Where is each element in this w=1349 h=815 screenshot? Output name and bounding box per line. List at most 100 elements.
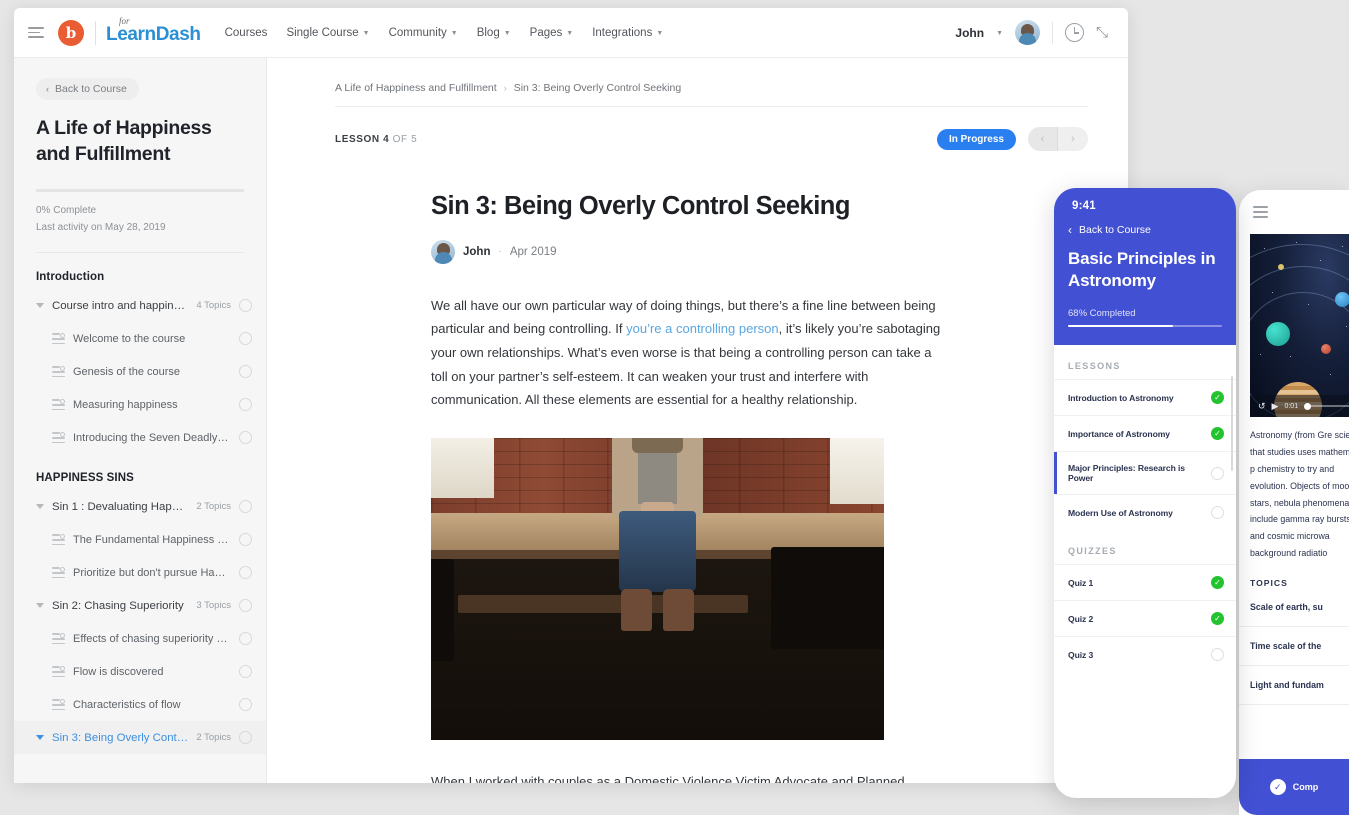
breadcrumb-separator: ›	[503, 83, 507, 93]
video-scrubber[interactable]	[1304, 402, 1349, 410]
topic-row-scale[interactable]: Scale of earth, su	[1239, 588, 1349, 627]
phone-quiz-1[interactable]: Quiz 1 ✓	[1054, 564, 1236, 600]
sidebar-topic-flow-discovered[interactable]: Flow is discovered	[14, 655, 266, 688]
sidebar-lesson-course-intro[interactable]: Course intro and happiness mea… 4 Topics	[14, 289, 266, 322]
sidebar-item-label: Sin 2: Chasing Superiority	[52, 599, 184, 612]
jeans	[619, 511, 696, 593]
sidebar-item-label: Effects of chasing superiority on happ…	[73, 632, 231, 645]
phone-scrollbar[interactable]	[1230, 376, 1233, 471]
hamburger-icon[interactable]	[1253, 206, 1268, 218]
phone-course-header: 9:41 ‹ Back to Course Basic Principles i…	[1054, 188, 1236, 345]
sidebar-topic-measuring[interactable]: Measuring happiness	[14, 388, 266, 421]
boot-right	[662, 588, 694, 632]
completion-circle-icon[interactable]	[239, 599, 252, 613]
nav-item-community[interactable]: Community ▼	[389, 27, 458, 39]
completion-circle-icon[interactable]	[239, 365, 252, 379]
main-nav: Courses Single Course ▼ Community ▼ Blog…	[225, 27, 664, 39]
nav-label: Pages	[529, 26, 563, 39]
status-bar-time: 9:41	[1072, 200, 1096, 212]
phone-lesson-modern-use[interactable]: Modern Use of Astronomy	[1054, 494, 1236, 530]
completion-circle-icon[interactable]	[239, 299, 252, 313]
lesson-toolbar: LESSON 4 OF 5 In Progress ‹ ›	[335, 127, 1088, 151]
completion-circle-icon[interactable]	[239, 431, 252, 445]
page-title: Sin 3: Being Overly Control Seeking	[431, 192, 850, 220]
sidebar-item-label: Sin 3: Being Overly Control Seek…	[52, 731, 189, 744]
phone-lesson-importance[interactable]: Importance of Astronomy ✓	[1054, 415, 1236, 451]
chevron-down-icon	[36, 303, 44, 309]
hamburger-icon[interactable]	[28, 27, 44, 38]
sidebar-divider	[36, 252, 244, 254]
sidebar-topic-count: 3 Topics	[196, 600, 231, 612]
sidebar-lesson-sin-2[interactable]: Sin 2: Chasing Superiority 3 Topics	[14, 589, 266, 622]
replay-icon[interactable]: ↺	[1258, 401, 1266, 412]
topic-icon	[52, 333, 65, 345]
avatar[interactable]	[1015, 20, 1040, 45]
lesson-video-player[interactable]: ↺ ▶ 0:01	[1250, 234, 1349, 417]
nav-item-blog[interactable]: Blog ▼	[477, 27, 511, 39]
phone-lesson-intro[interactable]: Introduction to Astronomy ✓	[1054, 379, 1236, 415]
next-lesson-button[interactable]: ›	[1058, 127, 1088, 151]
sidebar-topic-welcome[interactable]: Welcome to the course	[14, 322, 266, 355]
learndash-logo-mark[interactable]: b	[58, 19, 84, 46]
expand-icon[interactable]: ⤡	[1096, 24, 1112, 41]
chevron-down-icon[interactable]: ▼	[996, 30, 1003, 37]
sidebar-lesson-sin-1[interactable]: Sin 1 : Devaluating Happiness 2 Topics	[14, 490, 266, 523]
nav-item-single-course[interactable]: Single Course ▼	[286, 27, 369, 39]
topic-icon	[52, 399, 65, 411]
header-right-cluster: John ▼ ⤡	[955, 20, 1112, 45]
previous-lesson-button[interactable]: ‹	[1028, 127, 1058, 151]
completion-circle-icon[interactable]	[239, 533, 252, 547]
phone-quiz-3[interactable]: Quiz 3	[1054, 636, 1236, 672]
topic-row-light[interactable]: Light and fundam	[1239, 666, 1349, 705]
sidebar-topic-count: 2 Topics	[196, 732, 231, 744]
sidebar-topic-seven-deadly[interactable]: Introducing the Seven Deadly Happine…	[14, 421, 266, 454]
nav-item-integrations[interactable]: Integrations ▼	[592, 27, 663, 39]
completion-circle-icon[interactable]	[239, 665, 252, 679]
article-meta: John · Apr 2019	[431, 239, 951, 264]
play-icon[interactable]: ▶	[1272, 401, 1279, 412]
logo-wordmark[interactable]: for LearnDash	[106, 16, 201, 46]
course-sidebar: ‹ Back to Course A Life of Happiness and…	[14, 58, 267, 783]
completion-circle-icon[interactable]	[239, 632, 252, 646]
sidebar-lesson-sin-3[interactable]: Sin 3: Being Overly Control Seek… 2 Topi…	[14, 721, 266, 755]
completion-circle-icon[interactable]	[239, 566, 252, 580]
lesson-content: A Life of Happiness and Fulfillment › Si…	[267, 58, 1128, 783]
chair-left	[431, 558, 454, 662]
user-menu-label[interactable]: John	[955, 26, 984, 40]
sidebar-topic-characteristics-flow[interactable]: Characteristics of flow	[14, 688, 266, 721]
controlling-person-link[interactable]: you’re a controlling person	[626, 321, 778, 336]
breadcrumb-course-link[interactable]: A Life of Happiness and Fulfillment	[335, 82, 497, 94]
completion-circle-icon[interactable]	[239, 500, 252, 514]
site-header: b for LearnDash Courses Single Course ▼ …	[14, 8, 1128, 58]
clock-icon[interactable]	[1065, 23, 1084, 42]
course-progress-meta: 0% Complete Last activity on May 28, 201…	[36, 202, 244, 236]
phone-lesson-label: Modern Use of Astronomy	[1068, 507, 1173, 518]
status-badge[interactable]: In Progress	[936, 128, 1016, 150]
phone-lesson-major-principles[interactable]: Major Principles: Research is Power	[1054, 451, 1236, 494]
phone-progress-fill	[1068, 324, 1173, 327]
completion-circle-icon[interactable]	[239, 731, 252, 745]
lesson-toolbar-right: In Progress ‹ ›	[936, 127, 1088, 151]
sidebar-topic-effects-superiority[interactable]: Effects of chasing superiority on happ…	[14, 622, 266, 655]
completion-circle-icon[interactable]	[239, 698, 252, 712]
sidebar-topic-happiness-paradox[interactable]: The Fundamental Happiness Paradox	[14, 523, 266, 556]
mark-complete-button[interactable]: ✓ Comp	[1239, 759, 1349, 815]
chevron-left-icon: ‹	[46, 84, 49, 94]
sidebar-topic-prioritize[interactable]: Prioritize but don't pursue Happiness	[14, 556, 266, 589]
sidebar-topic-genesis[interactable]: Genesis of the course	[14, 355, 266, 388]
phone-back-to-course-button[interactable]: ‹ Back to Course	[1068, 223, 1222, 237]
logo-for-label: for	[119, 16, 130, 26]
breadcrumb: A Life of Happiness and Fulfillment › Si…	[335, 82, 1088, 94]
nav-label: Community	[388, 26, 447, 39]
chevron-down-icon	[36, 735, 44, 741]
page-body: ‹ Back to Course A Life of Happiness and…	[14, 58, 1128, 783]
nav-item-pages[interactable]: Pages ▼	[530, 27, 574, 39]
topic-row-time-scale[interactable]: Time scale of the	[1239, 627, 1349, 666]
phone-quiz-2[interactable]: Quiz 2 ✓	[1054, 600, 1236, 636]
check-circle-icon: ✓	[1211, 391, 1224, 404]
breadcrumb-lesson-link[interactable]: Sin 3: Being Overly Control Seeking	[514, 82, 682, 94]
completion-circle-icon[interactable]	[239, 332, 252, 346]
back-to-course-button[interactable]: ‹ Back to Course	[36, 78, 139, 100]
completion-circle-icon[interactable]	[239, 398, 252, 412]
nav-item-courses[interactable]: Courses	[225, 27, 268, 39]
